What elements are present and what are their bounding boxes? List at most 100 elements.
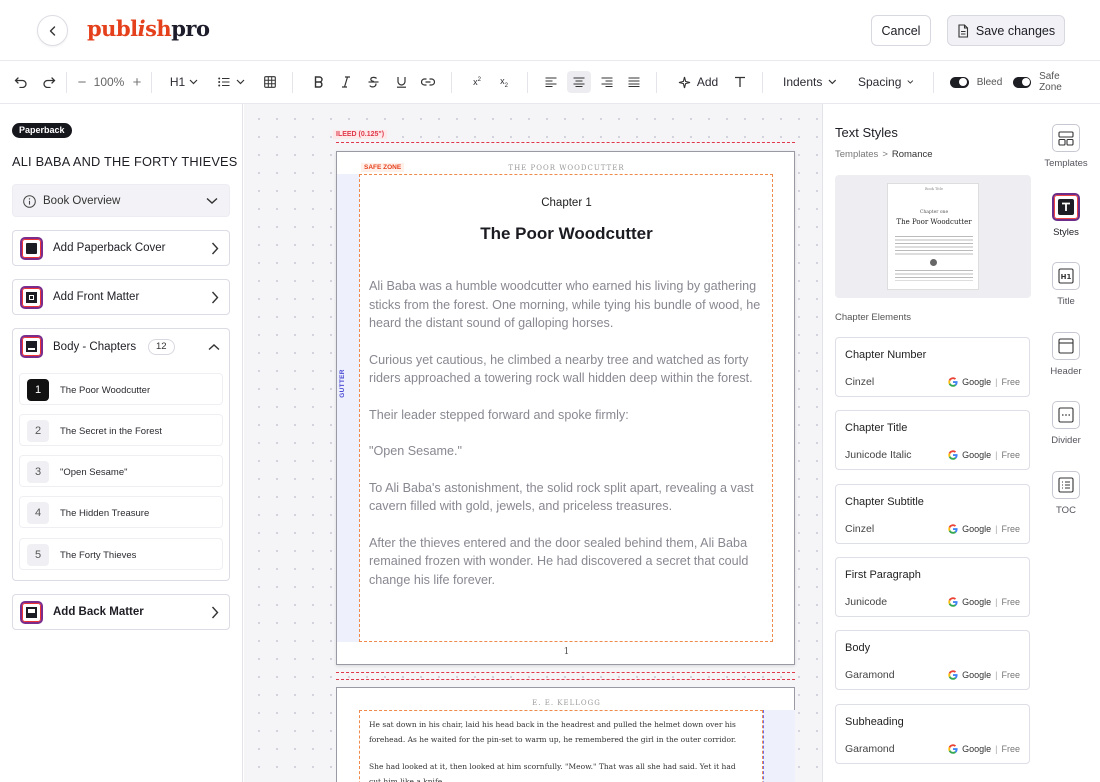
chapter-item[interactable]: 5 The Forty Thieves — [19, 538, 223, 570]
bold-button[interactable] — [311, 72, 327, 92]
style-element-card[interactable]: First Paragraph Junicode Google | Free — [835, 557, 1030, 617]
save-changes-button[interactable]: Save changes — [947, 15, 1065, 46]
strikethrough-button[interactable] — [365, 72, 381, 92]
align-left-button[interactable] — [543, 72, 559, 92]
align-justify-button[interactable] — [626, 72, 642, 92]
chapter-item[interactable]: 2 The Secret in the Forest — [19, 414, 223, 446]
font-source-label: Google — [962, 744, 992, 754]
superscript-button[interactable]: x2 — [469, 72, 485, 92]
breadcrumb-templates[interactable]: Templates — [835, 149, 878, 160]
breadcrumb-romance: Romance — [891, 149, 933, 160]
heading-value: H1 — [169, 75, 186, 89]
preview-text-lines — [895, 270, 973, 281]
rail-divider[interactable]: Divider — [1032, 401, 1100, 446]
front-matter-icon — [20, 286, 43, 309]
align-right-icon — [601, 77, 613, 87]
book-page[interactable]: GUTTER THE POOR WOODCUTTER SAFE ZONE Cha… — [336, 151, 795, 665]
book-overview-toggle[interactable]: Book Overview — [12, 184, 230, 217]
font-price-label: Free — [1001, 377, 1020, 387]
element-name: Chapter Subtitle — [845, 496, 924, 508]
rail-toc[interactable]: TOC — [1032, 471, 1100, 516]
chapter-title: The Poor Woodcutter — [60, 385, 151, 396]
add-paperback-cover-button[interactable]: Add Paperback Cover — [12, 230, 230, 266]
header-icon — [1052, 332, 1080, 360]
body-paragraph[interactable]: "Open Sesame." — [369, 442, 767, 461]
style-element-card[interactable]: Chapter Title Junicode Italic Google | Free — [835, 410, 1030, 470]
chevron-down-icon — [236, 79, 244, 85]
rail-templates-label: Templates — [1044, 158, 1088, 169]
redo-button[interactable] — [41, 72, 57, 92]
rail-toc-label: TOC — [1056, 505, 1076, 516]
chapter-number: 2 — [27, 420, 49, 442]
font-source: Google | Free — [948, 670, 1020, 680]
book-structure-sidebar: Paperback ALI BABA AND THE FORTY THIEVES… — [0, 104, 243, 782]
add-back-matter-label: Add Back Matter — [53, 606, 144, 618]
indents-dropdown[interactable]: Indents — [783, 72, 837, 92]
chapter-item[interactable]: 3 "Open Sesame" — [19, 455, 223, 487]
add-back-matter-button[interactable]: Add Back Matter — [12, 594, 230, 630]
body-paragraph[interactable]: Their leader stepped forward and spoke f… — [369, 406, 767, 425]
style-element-card[interactable]: Subheading Garamond Google | Free — [835, 704, 1030, 764]
rail-header[interactable]: Header — [1032, 332, 1100, 377]
zoom-out-button[interactable]: − — [75, 72, 89, 92]
chapters-icon — [20, 335, 43, 358]
page2-paragraph[interactable]: She had looked at it, then looked at him… — [369, 759, 747, 782]
safe-zone-switch[interactable] — [1013, 76, 1032, 88]
element-name: Body — [845, 642, 871, 654]
safe-zone-label: Safe Zone — [1039, 71, 1062, 93]
chapter-body[interactable]: Ali Baba was a humble woodcutter who ear… — [369, 277, 767, 589]
chapter-item[interactable]: 4 The Hidden Treasure — [19, 496, 223, 528]
bleed-toggle[interactable]: Bleed — [949, 72, 1003, 92]
heading-select[interactable]: H1 — [168, 72, 200, 92]
chapter-item[interactable]: 1 The Poor Woodcutter — [19, 373, 223, 405]
page2-paragraph[interactable]: He sat down in his chair, laid his head … — [369, 717, 747, 747]
chapter-title-text[interactable]: The Poor Woodcutter — [337, 224, 796, 244]
font-price-label: Free — [1001, 744, 1020, 754]
body-paragraph[interactable]: Curious yet cautious, he climbed a nearb… — [369, 351, 767, 388]
body-paragraph[interactable]: Ali Baba was a humble woodcutter who ear… — [369, 277, 767, 333]
style-element-card[interactable]: Chapter Subtitle Cinzel Google | Free — [835, 484, 1030, 544]
zoom-in-button[interactable]: + — [130, 72, 144, 92]
align-right-button[interactable] — [599, 72, 615, 92]
undo-button[interactable] — [13, 72, 29, 92]
rail-templates[interactable]: Templates — [1032, 124, 1100, 169]
font-source: Google | Free — [948, 597, 1020, 607]
rail-styles[interactable]: Styles — [1032, 193, 1100, 238]
safe-zone-toggle[interactable]: Safe Zone — [1013, 71, 1083, 93]
save-changes-label: Save changes — [975, 23, 1056, 38]
underline-button[interactable] — [393, 72, 409, 92]
text-style-button[interactable] — [733, 72, 747, 92]
rail-title[interactable]: H1 Title — [1032, 262, 1100, 307]
align-center-button[interactable] — [567, 71, 591, 93]
font-source: Google | Free — [948, 450, 1020, 460]
italic-button[interactable] — [338, 72, 354, 92]
app-logo[interactable]: publishpro — [87, 16, 210, 41]
chapter-number: 3 — [27, 461, 49, 483]
add-element-button[interactable]: Add — [676, 72, 720, 92]
editor-canvas[interactable]: ILEED (0.125") GUTTER THE POOR WOODCUTTE… — [244, 104, 822, 782]
back-button[interactable] — [37, 15, 68, 46]
subscript-button[interactable]: x2 — [496, 72, 512, 92]
add-front-matter-button[interactable]: Add Front Matter — [12, 279, 230, 315]
google-icon — [948, 670, 958, 680]
table-button[interactable] — [262, 72, 278, 92]
rail-divider-label: Divider — [1051, 435, 1081, 446]
font-price-label: Free — [1001, 670, 1020, 680]
bleed-switch[interactable] — [949, 76, 969, 88]
template-preview[interactable]: Book Title Chapter one The Poor Woodcutt… — [835, 175, 1031, 298]
preview-chapter-title: The Poor Woodcutter — [896, 218, 972, 226]
chevron-up-icon[interactable] — [208, 343, 220, 351]
spacing-dropdown[interactable]: Spacing — [858, 72, 914, 92]
chevron-right-icon — [211, 242, 219, 255]
chapter-number-text[interactable]: Chapter 1 — [337, 197, 796, 209]
style-element-card[interactable]: Body Garamond Google | Free — [835, 630, 1030, 690]
body-paragraph[interactable]: To Ali Baba's astonishment, the solid ro… — [369, 479, 767, 516]
body-paragraph[interactable]: After the thieves entered and the door s… — [369, 534, 767, 590]
cancel-button[interactable]: Cancel — [871, 15, 931, 46]
list-select[interactable] — [216, 72, 246, 92]
link-button[interactable] — [420, 72, 436, 92]
chapter-number: 4 — [27, 502, 49, 524]
style-element-card[interactable]: Chapter Number Cinzel Google | Free — [835, 337, 1030, 397]
toc-icon — [1052, 471, 1080, 499]
book-page[interactable]: E. E. KELLOGG He sat down in his chair, … — [336, 687, 795, 782]
